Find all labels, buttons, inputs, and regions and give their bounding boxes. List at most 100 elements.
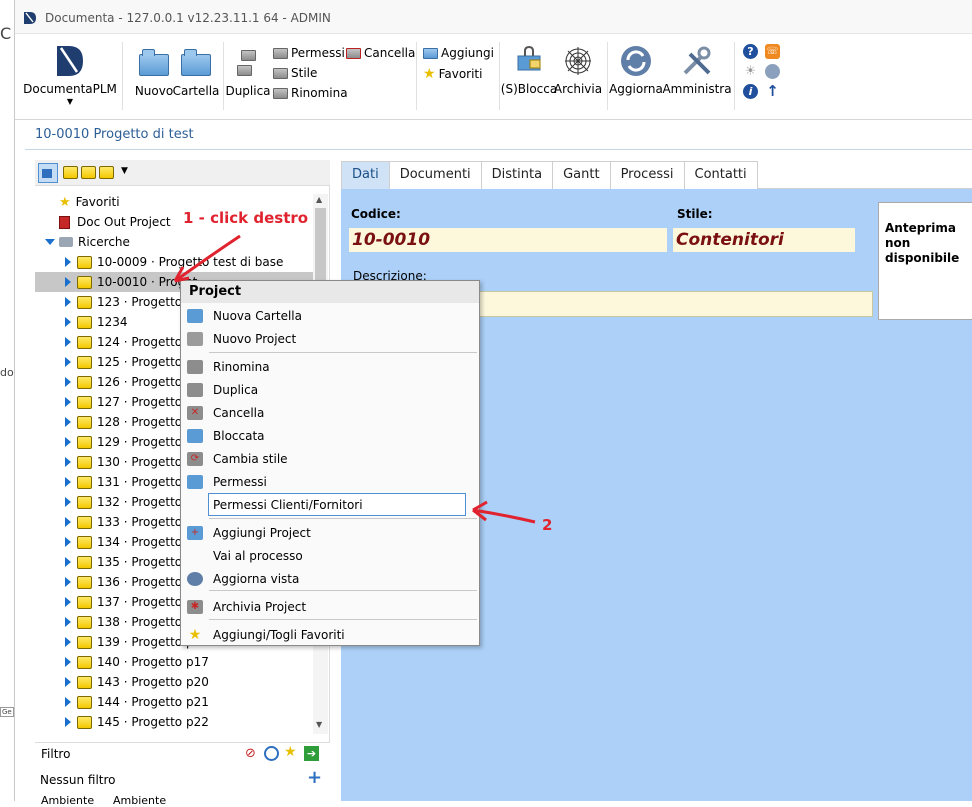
menu-item-label: Nuova Cartella (213, 308, 302, 323)
lightbulb-icon[interactable]: ☀ (743, 64, 758, 79)
folder-icon[interactable] (63, 166, 78, 179)
go-arrow-icon[interactable]: ➔ (304, 746, 319, 761)
menu-item-aggiungi-togli-favoriti[interactable]: ★ Aggiungi/Togli Favoriti (181, 623, 479, 646)
expand-arrow-icon[interactable] (65, 417, 71, 427)
expand-arrow-icon[interactable] (65, 597, 71, 607)
tree-item[interactable]: 10-0009 · Progetto test di base (35, 252, 313, 272)
tree-item[interactable]: 140 · Progetto p17 (35, 652, 313, 672)
scroll-down-icon[interactable]: ▼ (316, 720, 322, 729)
folder-icon (77, 335, 92, 349)
menu-item-nuova-cartella[interactable]: Nuova Cartella (181, 304, 479, 327)
tab-gantt[interactable]: Gantt (552, 161, 611, 189)
menu-item-aggiorna-vista[interactable]: Aggiorna vista (181, 567, 479, 590)
menu-item-permessi[interactable]: Permessi (181, 470, 479, 493)
expand-arrow-icon[interactable] (65, 497, 71, 507)
arrow-up-icon[interactable]: ↑ (765, 83, 780, 99)
clock-icon[interactable] (264, 746, 279, 761)
amministra-button[interactable]: Amministra (662, 44, 732, 96)
expand-arrow-icon[interactable] (65, 557, 71, 567)
tree-item[interactable]: 143 · Progetto p20 (35, 672, 313, 692)
modules-icon[interactable] (765, 64, 780, 79)
expand-arrow-icon[interactable] (65, 277, 71, 287)
menu-item-label: Cancella (213, 405, 265, 420)
ribbon-separator (734, 42, 735, 110)
expand-arrow-icon[interactable] (45, 239, 55, 245)
chevron-down-icon[interactable]: ▼ (121, 166, 128, 176)
tree-item[interactable]: 145 · Progetto p22 (35, 712, 313, 732)
expand-arrow-icon[interactable] (65, 437, 71, 447)
tab-distinta[interactable]: Distinta (480, 161, 554, 189)
stile-button[interactable]: Stile (273, 66, 317, 80)
folder-icon[interactable] (99, 166, 114, 179)
app-logo-icon (24, 12, 36, 24)
cartella-button[interactable]: Cartella (173, 49, 219, 98)
menu-item-rinomina[interactable]: Rinomina (181, 355, 479, 378)
tree-item-label: 143 · Progetto p20 (97, 675, 209, 689)
tab-processi[interactable]: Processi (609, 161, 685, 189)
expand-arrow-icon[interactable] (65, 677, 71, 687)
tree-item[interactable]: 144 · Progetto p21 (35, 692, 313, 712)
menu-item-label: Cambia stile (213, 451, 288, 466)
duplicate-icon (187, 382, 203, 397)
expand-arrow-icon[interactable] (65, 377, 71, 387)
menu-item-aggiungi-project[interactable]: + Aggiungi Project (181, 521, 479, 544)
expand-arrow-icon[interactable] (65, 397, 71, 407)
codice-field[interactable]: 10-0010 (349, 228, 667, 252)
menu-item-cancella[interactable]: ✕ Cancella (181, 401, 479, 424)
expand-arrow-icon[interactable] (65, 537, 71, 547)
menu-item-cambia-stile[interactable]: ⟳ Cambia stile (181, 447, 479, 470)
expand-arrow-icon[interactable] (65, 577, 71, 587)
expand-arrow-icon[interactable] (65, 477, 71, 487)
expand-arrow-icon[interactable] (65, 517, 71, 527)
menu-item-permessi-clienti-fornitori[interactable]: Permessi Clienti/Fornitori (208, 493, 466, 516)
add-filter-icon[interactable]: + (307, 767, 322, 788)
menu-item-nuovo-project[interactable]: Nuovo Project (181, 327, 479, 350)
scroll-up-icon[interactable]: ▲ (316, 195, 322, 204)
info-icon[interactable]: i (743, 84, 758, 99)
sblocca-button[interactable]: (S)Blocca (501, 44, 557, 96)
nuovo-label: Nuovo (134, 84, 174, 98)
menu-item-bloccata[interactable]: Bloccata (181, 424, 479, 447)
aggiorna-button[interactable]: Aggiorna (609, 44, 663, 96)
tab-documenti[interactable]: Documenti (388, 161, 482, 189)
lock-icon (517, 45, 541, 71)
help-icon[interactable]: ? (743, 44, 758, 59)
duplica-button[interactable]: Duplica (225, 46, 271, 98)
phone-icon[interactable]: ☏ (765, 44, 780, 59)
tab-dati[interactable]: Dati (341, 161, 390, 189)
expand-arrow-icon[interactable] (65, 637, 71, 647)
tree-item-ricerche[interactable]: Ricerche (35, 232, 313, 252)
expand-arrow-icon[interactable] (65, 617, 71, 627)
clear-filter-icon[interactable]: ⊘ (245, 746, 256, 761)
tab-contatti[interactable]: Contatti (683, 161, 758, 189)
stile-field[interactable]: Contenitori (673, 228, 855, 252)
nuovo-button[interactable]: Nuovo (134, 49, 174, 98)
expand-arrow-icon[interactable] (65, 317, 71, 327)
tree-item-label: Doc Out Project (77, 215, 171, 229)
star-icon[interactable]: ★ (284, 744, 297, 760)
favoriti-button[interactable]: ★ Favoriti (423, 66, 482, 82)
menu-separator (209, 619, 477, 620)
menu-item-vai-al-processo[interactable]: Vai al processo (181, 544, 479, 567)
menu-item-label: Archivia Project (213, 599, 307, 614)
cancella-button[interactable]: Cancella (346, 46, 415, 60)
expand-arrow-icon[interactable] (65, 257, 71, 267)
rinomina-button[interactable]: Rinomina (273, 86, 348, 100)
archivia-button[interactable]: Archivia (553, 44, 603, 96)
folder-icon[interactable] (81, 166, 96, 179)
menu-item-archivia-project[interactable]: ✱ Archivia Project (181, 595, 479, 618)
expand-arrow-icon[interactable] (65, 717, 71, 727)
style-icon: ⟳ (187, 451, 203, 466)
documenta-plm-button[interactable]: DocumentaPLM ▼ (23, 44, 117, 106)
expand-arrow-icon[interactable] (65, 297, 71, 307)
permessi-button[interactable]: Permessi (273, 46, 345, 60)
expand-arrow-icon[interactable] (65, 337, 71, 347)
expand-arrow-icon[interactable] (65, 697, 71, 707)
menu-item-duplica[interactable]: Duplica (181, 378, 479, 401)
tree-view-icon[interactable] (38, 163, 58, 183)
expand-arrow-icon[interactable] (65, 657, 71, 667)
expand-arrow-icon[interactable] (65, 357, 71, 367)
menu-item-label: Duplica (213, 382, 259, 397)
expand-arrow-icon[interactable] (65, 457, 71, 467)
aggiungi-button[interactable]: Aggiungi (423, 46, 494, 60)
